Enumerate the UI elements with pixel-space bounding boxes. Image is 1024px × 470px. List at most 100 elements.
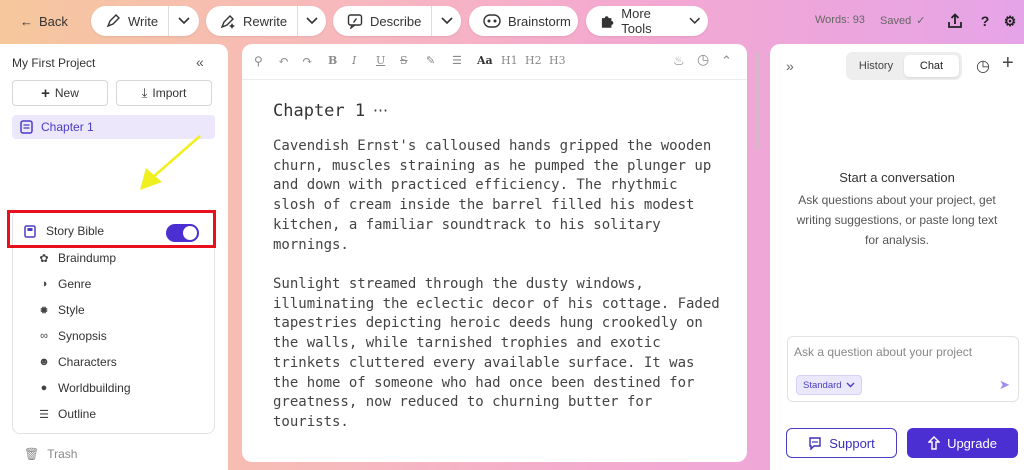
mode-select[interactable]: Standard	[796, 375, 862, 395]
chapter-label: Chapter 1	[41, 120, 94, 134]
braindump-label: Braindump	[58, 251, 117, 265]
redo-icon[interactable]: ↷	[302, 54, 313, 69]
share-icon[interactable]	[945, 11, 965, 31]
word-count: Words: 93	[815, 14, 865, 26]
chevron-down-icon	[178, 17, 190, 25]
pen-icon	[106, 14, 120, 28]
outline-icon: ☰	[39, 408, 49, 421]
highlight-pen-icon[interactable]: ✎	[426, 54, 435, 67]
genre-icon: ◑	[40, 278, 48, 290]
bold-button[interactable]: B	[328, 54, 337, 67]
editor-panel: ⚲ ↶ ↷ B I U S ✎ ☰ Aa H1 H2 H3 ♨ ◷ ⌃ Chap…	[242, 44, 747, 462]
synopsis-icon: ∞	[40, 330, 48, 342]
underline-button[interactable]: U	[376, 54, 385, 67]
expand-panel-icon[interactable]: »	[786, 58, 794, 74]
collapse-toolbar-icon[interactable]: ⌃	[721, 54, 732, 69]
save-status: Saved ✓	[880, 14, 926, 28]
editor-paragraph[interactable]: Sunlight streamed through the dusty wind…	[273, 275, 723, 433]
new-label: New	[54, 86, 79, 100]
more-tools-label: More Tools	[621, 6, 652, 36]
chevron-down-icon	[846, 382, 855, 388]
sidebar-item-genre[interactable]: ◑ Genre	[38, 277, 92, 291]
story-bible-header[interactable]: Story Bible	[24, 224, 104, 238]
describe-label: Describe	[370, 13, 422, 29]
download-icon: ⤓	[141, 85, 148, 100]
import-button[interactable]: ⤓ Import	[116, 80, 212, 106]
new-chat-plus-icon[interactable]: +	[1002, 52, 1014, 75]
synopsis-label: Synopsis	[58, 329, 107, 343]
story-bible-toggle[interactable]	[166, 224, 199, 242]
rewrite-pen-icon	[220, 15, 235, 29]
write-dropdown-button[interactable]	[168, 6, 198, 36]
brain-icon: ✿	[39, 252, 49, 265]
settings-gear-icon[interactable]: ⚙	[1000, 11, 1020, 31]
heading-2-button[interactable]: H2	[525, 54, 542, 67]
support-button[interactable]: Support	[786, 428, 897, 458]
write-label: Write	[128, 13, 159, 29]
empty-state-title: Start a conversation	[839, 170, 955, 185]
annotation-arrow-icon	[140, 135, 201, 190]
outline-label: Outline	[58, 407, 97, 421]
history-icon[interactable]: ◷	[697, 52, 709, 68]
upgrade-button[interactable]: Upgrade	[907, 428, 1018, 458]
editor-paragraph[interactable]: Cavendish Ernst's calloused hands grippe…	[273, 137, 723, 255]
brainstorm-button[interactable]: Brainstorm	[469, 6, 578, 36]
upgrade-label: Upgrade	[947, 435, 997, 451]
focus-mode-icon[interactable]: ♨	[673, 54, 685, 69]
rewrite-label: Rewrite	[243, 13, 288, 29]
bullet-list-icon[interactable]: ☰	[452, 54, 462, 67]
undo-icon[interactable]: ↶	[278, 54, 289, 69]
describe-button[interactable]: Describe	[333, 6, 431, 36]
help-icon[interactable]: ?	[975, 11, 995, 31]
chapter-options-icon[interactable]: ⋯	[373, 101, 389, 119]
formatting-toolbar: ⚲ ↶ ↷ B I U S ✎ ☰ Aa H1 H2 H3 ♨ ◷ ⌃	[242, 44, 747, 80]
document-icon	[20, 120, 33, 134]
chapter-title[interactable]: Chapter 1	[273, 101, 365, 121]
heading-3-button[interactable]: H3	[549, 54, 566, 67]
support-label: Support	[829, 435, 875, 451]
saved-label: Saved	[880, 14, 912, 27]
chat-history-icon[interactable]: ◷	[976, 56, 990, 76]
chat-panel: » History Chat ◷ + Start a conversation …	[770, 44, 1024, 470]
heading-1-button[interactable]: H1	[501, 54, 518, 67]
new-button[interactable]: + New	[12, 80, 108, 106]
rewrite-tool: Rewrite	[206, 6, 326, 36]
empty-state-description: Ask questions about your project, get wr…	[796, 193, 998, 247]
write-tool: Write	[91, 6, 199, 36]
brainstorm-icon	[483, 14, 501, 28]
sidebar-item-braindump[interactable]: ✿ Braindump	[38, 251, 116, 265]
trash-icon: 🗑	[24, 447, 40, 461]
chevron-down-icon	[441, 17, 453, 25]
arrow-left-icon: ←	[20, 13, 33, 29]
chat-input[interactable]	[794, 343, 1009, 361]
rewrite-dropdown-button[interactable]	[297, 6, 326, 36]
sidebar-item-style[interactable]: ✹ Style	[38, 303, 84, 317]
globe-icon: ●	[40, 382, 48, 394]
check-icon: ✓	[916, 15, 926, 27]
mode-label: Standard	[803, 379, 842, 391]
trash-button[interactable]: 🗑 Trash	[24, 447, 77, 461]
editor-scrollbar[interactable]	[756, 52, 760, 150]
back-button[interactable]: ← Back	[10, 8, 78, 34]
chat-tabs: History Chat	[846, 52, 962, 80]
book-icon	[24, 224, 36, 238]
collapse-sidebar-icon[interactable]: «	[196, 54, 204, 70]
italic-button[interactable]: I	[352, 54, 356, 67]
write-button[interactable]: Write	[91, 6, 168, 36]
sidebar-item-synopsis[interactable]: ∞ Synopsis	[38, 329, 107, 343]
search-icon[interactable]: ⚲	[254, 54, 263, 68]
sidebar-item-characters[interactable]: ☻ Characters	[38, 355, 116, 369]
more-tools-button[interactable]: More Tools	[586, 6, 708, 36]
font-size-button[interactable]: Aa	[477, 54, 493, 67]
sidebar-item-worldbuilding[interactable]: ● Worldbuilding	[38, 381, 131, 395]
tab-chat[interactable]: Chat	[904, 55, 959, 77]
story-bible-label: Story Bible	[46, 224, 105, 238]
strikethrough-button[interactable]: S	[400, 54, 408, 67]
tab-history[interactable]: History	[849, 55, 903, 77]
describe-icon	[347, 14, 363, 29]
sidebar-item-outline[interactable]: ☰ Outline	[38, 407, 96, 421]
rewrite-button[interactable]: Rewrite	[206, 6, 297, 36]
style-icon: ✹	[39, 304, 49, 317]
send-icon[interactable]: ➤	[999, 377, 1010, 393]
describe-dropdown-button[interactable]	[431, 6, 461, 36]
